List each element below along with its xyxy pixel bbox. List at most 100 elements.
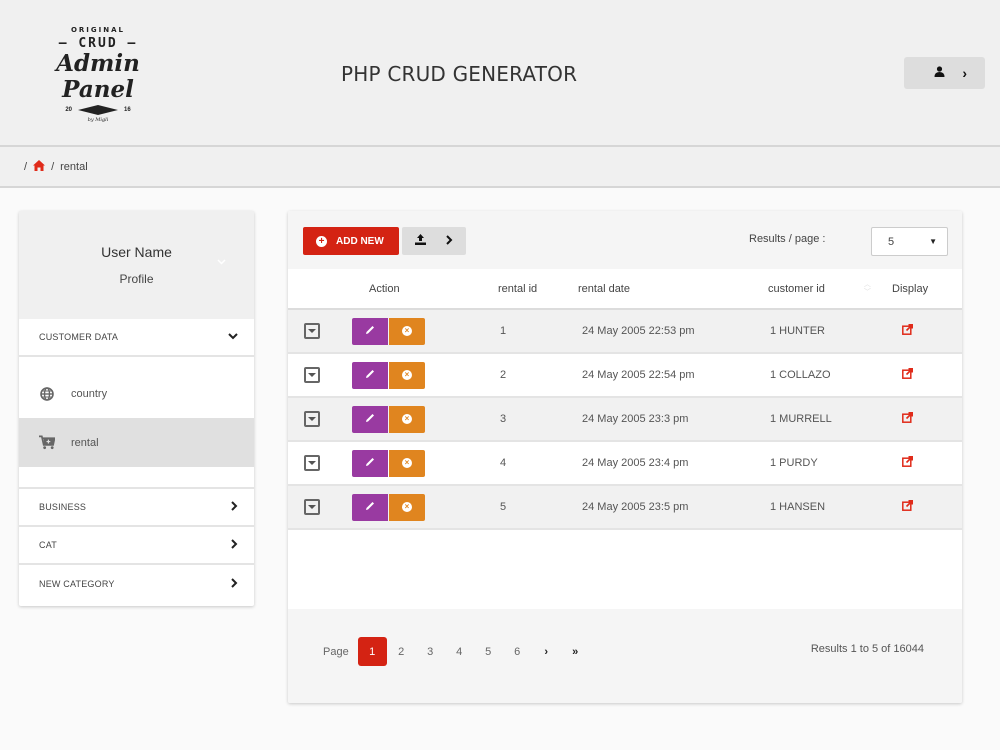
expand-cell [288, 397, 352, 441]
logo-line-original: ORIGINAL [70, 26, 126, 34]
external-link-icon[interactable] [902, 368, 913, 382]
add-new-button[interactable]: + ADD NEW [303, 227, 399, 255]
header: ORIGINAL — CRUD — Admin Panel 20 16 by M… [0, 0, 1000, 145]
sidebar-category-customer-data[interactable]: CUSTOMER DATA [19, 319, 254, 357]
table-row: × 5 24 May 2005 23:5 pm 1 HANSEN [288, 485, 962, 529]
external-link-icon[interactable] [902, 500, 913, 514]
page-1-button[interactable]: 1 [357, 637, 387, 666]
action-cell: × [352, 441, 498, 485]
sidebar-category-business[interactable]: BUSINESS [19, 489, 254, 527]
pencil-icon [365, 369, 375, 382]
delete-button[interactable]: × [389, 317, 425, 345]
sidebar-item-label: country [71, 387, 108, 400]
edit-button[interactable] [352, 493, 388, 521]
sidebar-category-label: NEW CATEGORY [39, 579, 115, 589]
logo-line-admin-panel: Admin Panel [56, 50, 140, 103]
table-header-row: Action rental id rental date customer id… [288, 269, 962, 309]
add-new-label: ADD NEW [336, 235, 384, 247]
logo-year-right: 16 [124, 107, 131, 113]
action-cell: × [352, 309, 498, 353]
page-6-button[interactable]: 6 [503, 637, 532, 666]
customer-id-cell: 1 MURRELL [770, 413, 832, 425]
edit-button[interactable] [352, 449, 388, 477]
customer-id-cell: 1 COLLAZO [770, 369, 831, 381]
expand-cell [288, 441, 352, 485]
customer-id-cell: 1 HANSEN [770, 501, 826, 513]
rental-id-cell: 3 [500, 413, 507, 425]
last-page-button[interactable]: » [561, 637, 590, 666]
logo-year-left: 20 [65, 107, 72, 113]
rental-date-cell: 24 May 2005 23:3 pm [582, 413, 689, 425]
expand-row-icon[interactable] [304, 455, 320, 471]
sidebar-category-cat[interactable]: CAT [19, 527, 254, 565]
sidebar: User Name Profile CUSTOMER DATA country … [19, 211, 254, 606]
close-circle-icon: × [402, 458, 412, 468]
delete-button[interactable]: × [389, 449, 425, 477]
edit-button[interactable] [352, 317, 388, 345]
expand-row-icon[interactable] [304, 367, 320, 383]
home-icon[interactable] [33, 159, 46, 174]
chevron-down-icon[interactable] [217, 257, 226, 267]
action-cell: × [352, 485, 498, 529]
external-link-icon[interactable] [902, 456, 913, 470]
row-actions: × [352, 317, 425, 345]
chevron-right-icon [231, 577, 238, 591]
logo-line-crud: — CRUD — [58, 36, 138, 51]
chevron-right-icon: › [962, 65, 967, 81]
page-label: Page [323, 645, 349, 658]
page-4-button[interactable]: 4 [445, 637, 474, 666]
expand-row-icon[interactable] [304, 323, 320, 339]
rental-date-cell: 24 May 2005 22:53 pm [582, 325, 695, 337]
chevron-right-icon [231, 538, 238, 552]
main-panel: + ADD NEW Results / page : 5 ▼ Action re… [288, 211, 962, 703]
rental-date-cell: 24 May 2005 23:4 pm [582, 457, 689, 469]
user-menu-button[interactable]: › [904, 57, 985, 89]
rental-id-cell: 5 [500, 501, 507, 513]
page-5-button[interactable]: 5 [474, 637, 503, 666]
breadcrumb-current: rental [60, 160, 88, 173]
results-per-page-label: Results / page : [749, 233, 826, 245]
sidebar-item-rental[interactable]: rental [19, 418, 254, 467]
external-link-icon[interactable] [902, 324, 913, 338]
external-link-icon[interactable] [902, 412, 913, 426]
expand-row-icon[interactable] [304, 411, 320, 427]
logo[interactable]: ORIGINAL — CRUD — Admin Panel 20 16 by M… [18, 22, 178, 123]
chevron-right-icon [446, 234, 453, 248]
expand-row-icon[interactable] [304, 499, 320, 515]
edit-button[interactable] [352, 405, 388, 433]
rental-id-cell: 2 [500, 369, 507, 381]
pencil-icon [365, 501, 375, 514]
delete-button[interactable]: × [389, 361, 425, 389]
delete-button[interactable]: × [389, 493, 425, 521]
logo-year: 20 16 [18, 105, 178, 115]
edit-button[interactable] [352, 361, 388, 389]
row-actions: × [352, 493, 425, 521]
export-button[interactable] [402, 227, 466, 255]
display-cell [878, 441, 962, 485]
toolbar: + ADD NEW Results / page : 5 ▼ [288, 211, 962, 269]
sidebar-category-label: CAT [39, 540, 57, 550]
column-header-rental-id[interactable]: rental id [498, 269, 578, 309]
plus-circle-icon: + [316, 235, 327, 247]
table-row: × 4 24 May 2005 23:4 pm 1 PURDY [288, 441, 962, 485]
sidebar-item-country[interactable]: country [19, 369, 254, 418]
pagination: Page 1 2 3 4 5 6 ›» [323, 637, 590, 666]
sidebar-category-label: CUSTOMER DATA [39, 332, 119, 342]
close-circle-icon: × [402, 414, 412, 424]
column-header-rental-date[interactable]: rental date [578, 269, 758, 309]
sidebar-category-new-category[interactable]: NEW CATEGORY [19, 565, 254, 603]
delete-button[interactable]: × [389, 405, 425, 433]
cart-icon [39, 435, 55, 451]
logo-byline: by Migli [87, 117, 109, 123]
column-header-rental-id-label: rental id [498, 282, 538, 295]
profile-link[interactable]: Profile [19, 272, 254, 286]
display-cell [878, 309, 962, 353]
results-per-page-value: 5 [888, 235, 895, 248]
page-2-button[interactable]: 2 [387, 637, 416, 666]
column-header-customer-id[interactable]: customer id ︿ ﹀ [758, 269, 878, 309]
next-page-button[interactable]: › [532, 637, 561, 666]
row-actions: × [352, 405, 425, 433]
page-3-button[interactable]: 3 [416, 637, 445, 666]
sort-icon[interactable]: ︿ ﹀ [864, 281, 871, 297]
results-per-page-select[interactable]: 5 ▼ [871, 227, 948, 256]
